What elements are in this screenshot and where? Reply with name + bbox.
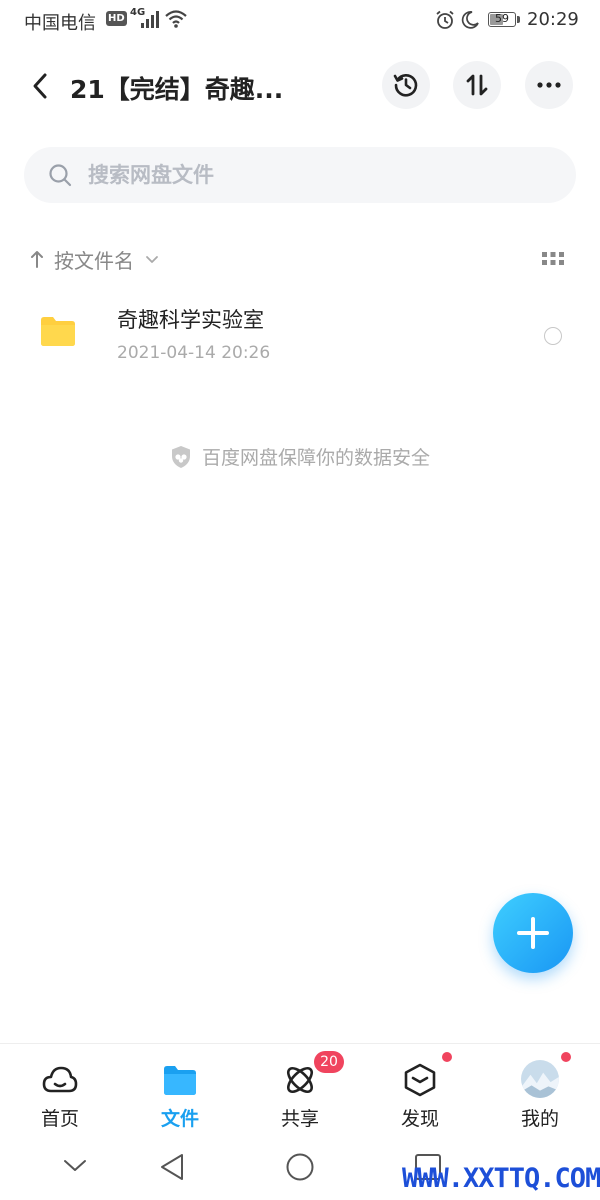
nav-item-discover[interactable]: 发现 [360, 1044, 480, 1139]
cloud-icon [42, 1066, 78, 1093]
grid-view-toggle[interactable] [541, 250, 565, 268]
history-icon [393, 73, 418, 97]
chevron-down-icon [146, 256, 158, 263]
search-icon [49, 164, 72, 187]
security-notice: 百度网盘保障你的数据安全 [0, 443, 600, 470]
nav-label-mine: 我的 [520, 1108, 559, 1130]
page-title: 21【完结】奇趣... [70, 75, 284, 104]
bottom-navigation: 首页 文件 20 共享 发现 我的 [0, 1043, 600, 1139]
nav-item-mine[interactable]: 我的 [480, 1044, 600, 1139]
sort-selector[interactable]: 按文件名 [30, 244, 160, 274]
hide-nav-chevron-icon[interactable] [63, 1156, 87, 1174]
nav-item-files[interactable]: 文件 [120, 1044, 240, 1139]
shield-icon [171, 445, 190, 468]
search-bar[interactable] [24, 147, 576, 203]
more-icon [537, 82, 561, 88]
history-button[interactable] [382, 61, 430, 109]
system-back-icon[interactable] [158, 1152, 186, 1182]
add-button[interactable] [493, 893, 573, 973]
carrier-name: 中国电信 [24, 13, 96, 34]
nav-label-files: 文件 [160, 1108, 199, 1130]
battery-indicator: 59 [488, 12, 516, 27]
file-date: 2021-04-14 20:26 [117, 343, 271, 363]
alarm-icon [435, 10, 455, 35]
moon-icon [460, 10, 480, 35]
sort-label: 按文件名 [54, 248, 134, 273]
watermark: WWW.XXTTQ.COM [402, 1163, 600, 1194]
battery-level: 59 [495, 12, 509, 25]
battery-tip [517, 16, 520, 23]
more-button[interactable] [525, 61, 573, 109]
avatar [521, 1060, 559, 1098]
nav-label-discover: 发现 [400, 1108, 439, 1130]
nav-label-home: 首页 [40, 1108, 79, 1130]
grid-icon [542, 252, 564, 265]
hd-badge: HD [106, 11, 127, 26]
select-checkbox[interactable] [544, 327, 562, 345]
nav-item-share[interactable]: 20 共享 [240, 1044, 360, 1139]
discover-cube-icon [404, 1063, 436, 1097]
share-badge: 20 [314, 1051, 344, 1073]
folder-icon [41, 317, 75, 346]
back-icon [33, 73, 47, 99]
security-notice-text: 百度网盘保障你的数据安全 [201, 447, 430, 469]
back-button[interactable] [22, 66, 58, 106]
status-time: 20:29 [527, 9, 579, 30]
wifi-icon [164, 9, 188, 34]
nav-label-share: 共享 [280, 1108, 319, 1130]
system-home-icon[interactable] [285, 1152, 315, 1182]
nav-item-home[interactable]: 首页 [0, 1044, 120, 1139]
share-atom-icon [286, 1066, 314, 1094]
signal-icon [140, 10, 160, 33]
search-input[interactable] [86, 162, 530, 188]
sort-button[interactable] [453, 61, 501, 109]
discover-notification-dot [442, 1052, 452, 1062]
status-bar: 中国电信 HD 4G 59 20:29 [0, 0, 600, 40]
plus-icon [517, 917, 549, 949]
file-list-item[interactable]: 奇趣科学实验室 2021-04-14 20:26 [0, 290, 600, 380]
arrow-up-icon [31, 251, 43, 268]
mine-notification-dot [561, 1052, 571, 1062]
sort-icon [466, 74, 488, 96]
folder-filled-icon [164, 1066, 196, 1095]
file-name: 奇趣科学实验室 [117, 308, 264, 332]
